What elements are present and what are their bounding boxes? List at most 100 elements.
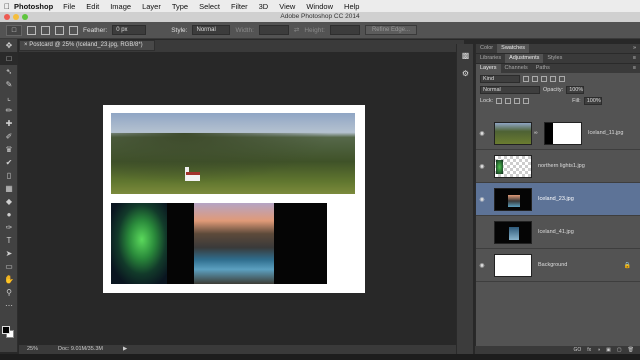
menu-layer[interactable]: Layer [142,2,161,11]
brush-tool-icon[interactable]: ✐ [0,130,18,143]
new-selection-icon[interactable] [27,25,36,35]
marquee-tool-icon[interactable]: □ [0,52,18,65]
blur-tool-icon[interactable]: ◆ [0,195,18,208]
visibility-eye-icon[interactable]: ◉ [476,262,488,269]
new-group-icon[interactable]: ▣ [606,346,611,354]
layer-name[interactable]: northern lights1.jpg [538,163,585,169]
menu-select[interactable]: Select [199,2,220,11]
menu-type[interactable]: Type [172,2,188,11]
layer-row[interactable]: ◉ Iceland_41.jpg [476,216,640,249]
more-tools-icon[interactable]: ⋯ [0,299,18,312]
quick-select-tool-icon[interactable]: ✎ [0,78,18,91]
filter-smart-icon[interactable] [559,75,565,82]
menu-window[interactable]: Window [306,2,333,11]
height-input[interactable] [329,25,360,35]
tab-paths[interactable]: Paths [532,64,554,73]
layer-mask-thumbnail[interactable] [544,121,582,145]
opacity-input[interactable]: 100% [566,85,585,94]
style-select[interactable]: Normal [192,25,231,35]
layer-name[interactable]: Iceland_41.jpg [538,229,574,235]
tab-layers[interactable]: Layers [476,64,501,73]
feather-input[interactable]: 0 px [112,25,147,35]
menu-view[interactable]: View [279,2,295,11]
move-tool-icon[interactable]: ✥ [0,39,18,52]
lock-all-icon[interactable] [523,97,530,104]
visibility-off-icon[interactable]: ◉ [476,229,488,236]
visibility-eye-icon[interactable]: ◉ [476,196,488,203]
lock-transparent-icon[interactable] [496,97,503,104]
foreground-color-swatch[interactable] [2,326,10,334]
eyedropper-tool-icon[interactable]: ✏ [0,104,18,117]
tab-styles[interactable]: Styles [543,54,566,63]
swap-icon[interactable]: ⇄ [294,26,299,34]
visibility-eye-icon[interactable]: ◉ [476,130,488,137]
gradient-tool-icon[interactable]: ▦ [0,182,18,195]
lock-image-icon[interactable] [505,97,512,104]
filter-type-icon[interactable] [541,75,547,82]
adjustments-menu-icon[interactable]: ≡ [629,54,640,63]
layer-name[interactable]: Background [538,262,567,268]
tab-color[interactable]: Color [476,44,497,53]
hand-tool-icon[interactable]: ✋ [0,273,18,286]
layers-menu-icon[interactable]: ≡ [629,64,640,73]
link-layers-icon[interactable]: GO [573,346,581,354]
close-window-button[interactable] [4,14,10,20]
zoom-tool-icon[interactable]: ⚲ [0,286,18,299]
fill-input[interactable]: 100% [583,96,602,105]
panel-menu-icon[interactable]: » [629,44,640,53]
layer-name[interactable]: Iceland_23.jpg [538,196,574,202]
menu-filter[interactable]: Filter [231,2,248,11]
lasso-tool-icon[interactable]: ➴ [0,65,18,78]
tab-adjustments[interactable]: Adjustments [505,54,544,63]
dodge-tool-icon[interactable]: ● [0,208,18,221]
eraser-tool-icon[interactable]: ▯ [0,169,18,182]
tab-close-icon[interactable]: × [24,42,28,48]
link-chain-icon[interactable]: ∞ [534,130,538,136]
zoom-window-button[interactable] [22,14,28,20]
add-selection-icon[interactable] [41,25,50,35]
lock-position-icon[interactable] [514,97,521,104]
tab-channels[interactable]: Channels [501,64,532,73]
menu-help[interactable]: Help [344,2,359,11]
kind-filter-select[interactable]: Kind [480,74,520,83]
minimize-window-button[interactable] [13,14,19,20]
healing-tool-icon[interactable]: ✚ [0,117,18,130]
menu-3d[interactable]: 3D [259,2,269,11]
canvas-area[interactable] [19,52,464,345]
layer-row-selected[interactable]: ◉ Iceland_23.jpg [476,183,640,216]
layer-row[interactable]: ◉ ∞ Iceland_11.jpg [476,117,640,150]
marquee-preset-icon[interactable]: □ [6,24,22,36]
history-brush-tool-icon[interactable]: ✔ [0,156,18,169]
visibility-eye-icon[interactable]: ◉ [476,163,488,170]
adjustment-layer-icon[interactable]: ◑ [597,346,600,354]
stamp-tool-icon[interactable]: ♛ [0,143,18,156]
new-layer-icon[interactable]: ▢ [617,346,622,354]
crop-tool-icon[interactable]: ⌞ [0,91,18,104]
document-tab[interactable]: × Postcard @ 25% (Iceland_23.jpg, RGB/8*… [19,40,155,51]
doc-size[interactable]: Doc: 9.01M/35.3M [58,345,103,354]
menu-edit[interactable]: Edit [86,2,99,11]
properties-panel-icon[interactable]: ⚙ [457,66,474,80]
fx-icon[interactable]: fx [587,346,591,354]
intersect-selection-icon[interactable] [69,25,78,35]
document-canvas[interactable] [103,105,365,293]
filter-pixel-icon[interactable] [523,75,529,82]
layer-row[interactable]: ◉ northern lights1.jpg [476,150,640,183]
menu-file[interactable]: File [63,2,75,11]
shape-tool-icon[interactable]: ▭ [0,260,18,273]
subtract-selection-icon[interactable] [55,25,64,35]
zoom-level[interactable]: 25% [27,345,38,354]
filter-shape-icon[interactable] [550,75,556,82]
type-tool-icon[interactable]: T [0,234,18,247]
tab-libraries[interactable]: Libraries [476,54,505,63]
apple-icon[interactable]:  [0,2,14,11]
width-input[interactable] [258,25,289,35]
menu-app-name[interactable]: Photoshop [14,2,53,11]
pen-tool-icon[interactable]: ✑ [0,221,18,234]
path-select-tool-icon[interactable]: ➤ [0,247,18,260]
refine-edge-button[interactable]: Refine Edge... [364,25,417,35]
history-panel-icon[interactable]: ▩ [457,48,474,62]
filter-adjust-icon[interactable] [532,75,538,82]
trash-icon[interactable]: 🗑 [628,346,634,354]
layer-row[interactable]: ◉ Background 🔒 [476,249,640,282]
